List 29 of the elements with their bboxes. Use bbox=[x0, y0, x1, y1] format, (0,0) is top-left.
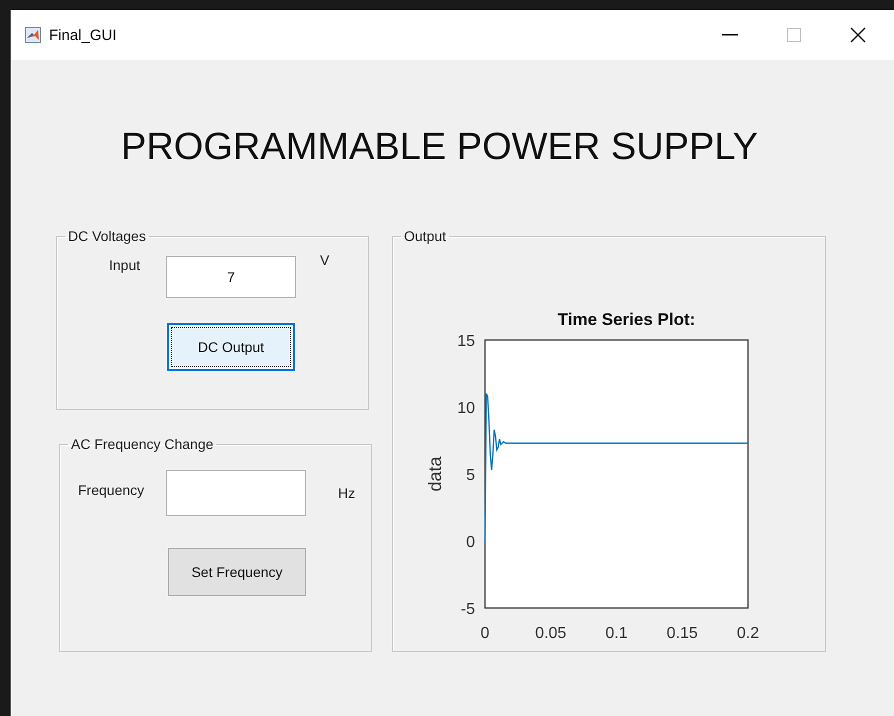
y-tick-label: 15 bbox=[457, 333, 475, 350]
y-tick-label: -5 bbox=[460, 601, 475, 618]
y-axis-label: data bbox=[425, 456, 445, 492]
frequency-label: Frequency bbox=[78, 482, 146, 498]
x-tick-label: 0.1 bbox=[605, 625, 628, 642]
x-tick-label: 0.05 bbox=[535, 625, 566, 642]
page-heading: PROGRAMMABLE POWER SUPPLY bbox=[120, 128, 759, 166]
close-icon bbox=[850, 27, 866, 43]
panel-title: DC Voltages bbox=[67, 228, 147, 244]
frequency-field[interactable] bbox=[166, 470, 306, 516]
window-title: Final_GUI bbox=[49, 26, 118, 44]
y-tick-label: 0 bbox=[466, 534, 475, 551]
set-frequency-button[interactable]: Set Frequency bbox=[168, 548, 306, 596]
unit-label: V bbox=[320, 252, 330, 268]
y-tick-label: 10 bbox=[457, 400, 475, 417]
input-field[interactable]: 7 bbox=[166, 256, 296, 298]
x-tick-label: 0 bbox=[480, 625, 490, 642]
maximize-icon bbox=[787, 28, 801, 42]
app-logo-icon bbox=[25, 27, 41, 43]
y-tick-label: 5 bbox=[466, 467, 475, 484]
unit-label: Hz bbox=[338, 485, 356, 501]
chart-title: Time Series Plot: bbox=[558, 310, 696, 329]
panel-title: Output bbox=[403, 228, 448, 244]
x-tick-label: 0.15 bbox=[666, 625, 698, 642]
dc-output-button[interactable]: DC Output bbox=[167, 323, 295, 371]
x-tick-label: 0.2 bbox=[736, 625, 760, 642]
minimize-icon bbox=[722, 34, 738, 36]
input-label: Input bbox=[109, 257, 142, 273]
panel-title: AC Frequency Change bbox=[70, 436, 214, 452]
